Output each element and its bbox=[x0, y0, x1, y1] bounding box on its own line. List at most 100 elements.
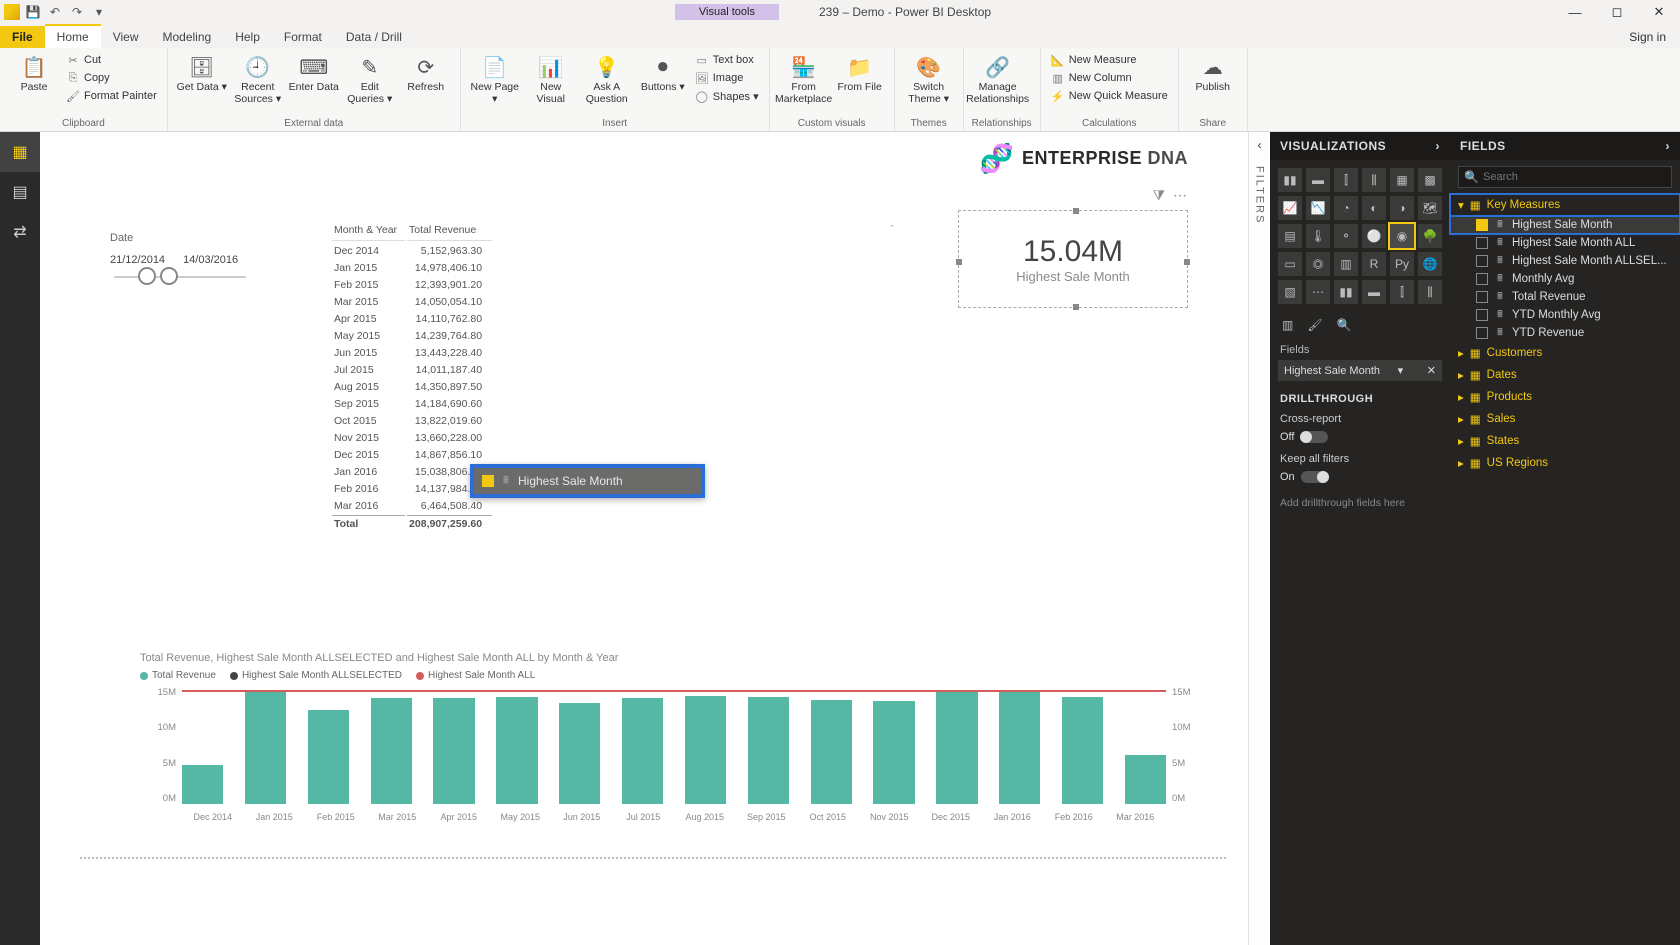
chart-bar[interactable] bbox=[371, 698, 412, 804]
table-col-month[interactable]: Month & Year bbox=[332, 222, 405, 241]
shapes-button[interactable]: ◯Shapes ▾ bbox=[693, 88, 761, 104]
from-file-button[interactable]: 📁From File bbox=[834, 52, 886, 94]
viz-type-icon[interactable]: ▦ bbox=[1390, 168, 1414, 192]
copy-button[interactable]: ⎘Copy bbox=[64, 70, 159, 86]
viz-type-icon[interactable]: 🌡 bbox=[1306, 224, 1330, 248]
chart-bar[interactable] bbox=[685, 696, 726, 804]
close-button[interactable]: ✕ bbox=[1638, 0, 1680, 24]
tab-datadrill[interactable]: Data / Drill bbox=[334, 26, 414, 48]
table-header[interactable]: ▸▦US Regions bbox=[1450, 452, 1680, 474]
redo-icon[interactable]: ↷ bbox=[68, 3, 86, 21]
chart-bar[interactable] bbox=[622, 698, 663, 804]
table-header[interactable]: ▸▦Products bbox=[1450, 386, 1680, 408]
field-well-item[interactable]: Highest Sale Month ▾ ✕ bbox=[1278, 360, 1442, 381]
tab-help[interactable]: Help bbox=[223, 26, 272, 48]
viz-type-icon[interactable]: ◔ bbox=[1334, 196, 1358, 220]
checkbox-icon[interactable] bbox=[1476, 237, 1488, 249]
table-row[interactable]: Sep 201514,184,690.60 bbox=[332, 396, 492, 411]
field-item[interactable]: 🖩YTD Revenue bbox=[1450, 324, 1680, 342]
cross-report-toggle[interactable]: Off bbox=[1270, 429, 1450, 449]
viz-type-icon[interactable]: ▥ bbox=[1334, 252, 1358, 276]
viz-type-icon[interactable]: 🗺 bbox=[1418, 196, 1442, 220]
fields-search-input[interactable] bbox=[1458, 166, 1672, 188]
viz-type-icon[interactable]: ⏣ bbox=[1306, 252, 1330, 276]
table-row[interactable]: Jan 201615,038,806.60 bbox=[332, 464, 492, 479]
viz-type-icon[interactable]: ⫼ bbox=[1418, 280, 1442, 304]
paste-button[interactable]: 📋Paste bbox=[8, 52, 60, 94]
viz-type-icon[interactable]: ▧ bbox=[1278, 280, 1302, 304]
table-row[interactable]: Mar 201514,050,054.10 bbox=[332, 294, 492, 309]
slicer-from[interactable]: 21/12/2014 bbox=[110, 254, 165, 266]
date-slicer[interactable]: Date 21/12/2014 14/03/2016 bbox=[110, 232, 250, 278]
chart-bar[interactable] bbox=[182, 765, 223, 804]
tab-modeling[interactable]: Modeling bbox=[150, 26, 223, 48]
chart-bar[interactable] bbox=[496, 697, 537, 804]
chart-bar[interactable] bbox=[433, 698, 474, 805]
switch-theme-button[interactable]: 🎨Switch Theme ▾ bbox=[903, 52, 955, 105]
table-row[interactable]: Aug 201514,350,897.50 bbox=[332, 379, 492, 394]
analytics-tab-icon[interactable]: 🔍 bbox=[1337, 318, 1352, 332]
viz-type-icon[interactable]: ◑ bbox=[1390, 196, 1414, 220]
format-painter-button[interactable]: 🖌Format Painter bbox=[64, 88, 159, 104]
new-measure-button[interactable]: 📐New Measure bbox=[1049, 52, 1170, 68]
table-header[interactable]: ▸▦Dates bbox=[1450, 364, 1680, 386]
viz-type-icon[interactable]: Py bbox=[1390, 252, 1414, 276]
sign-in-link[interactable]: Sign in bbox=[1615, 26, 1680, 48]
tab-home[interactable]: Home bbox=[45, 24, 101, 48]
viz-type-icon[interactable]: ▮▮ bbox=[1278, 168, 1302, 192]
viz-type-icon[interactable]: ⫿ bbox=[1334, 168, 1358, 192]
filters-collapsed-rail[interactable]: ‹ FILTERS bbox=[1248, 132, 1270, 945]
checkbox-icon[interactable] bbox=[1476, 327, 1488, 339]
viz-type-icon[interactable]: ⚪ bbox=[1362, 224, 1386, 248]
viz-type-icon[interactable]: R bbox=[1362, 252, 1386, 276]
field-item[interactable]: 🖩Monthly Avg bbox=[1450, 270, 1680, 288]
checkbox-icon[interactable] bbox=[1476, 255, 1488, 267]
new-quick-measure-button[interactable]: ⚡New Quick Measure bbox=[1049, 88, 1170, 104]
chart-bar[interactable] bbox=[308, 710, 349, 804]
report-view-button[interactable]: ▦ bbox=[0, 132, 40, 172]
viz-type-icon[interactable]: 🌐 bbox=[1418, 252, 1442, 276]
table-row[interactable]: Jun 201513,443,228.40 bbox=[332, 345, 492, 360]
expand-filters-icon[interactable]: ‹ bbox=[1258, 138, 1262, 152]
textbox-button[interactable]: ▭Text box bbox=[693, 52, 761, 68]
viz-type-icon[interactable]: ⋯ bbox=[1306, 280, 1330, 304]
refresh-button[interactable]: ⟳Refresh bbox=[400, 52, 452, 94]
save-icon[interactable]: 💾 bbox=[24, 3, 42, 21]
chart-bar[interactable] bbox=[873, 701, 914, 804]
table-header[interactable]: ▸▦Customers bbox=[1450, 342, 1680, 364]
table-row[interactable]: May 201514,239,764.80 bbox=[332, 328, 492, 343]
viz-type-icon[interactable]: 🌳 bbox=[1418, 224, 1442, 248]
combo-chart-visual[interactable]: Total Revenue, Highest Sale Month ALLSEL… bbox=[140, 652, 1208, 852]
collapse-pane-icon[interactable]: › bbox=[1666, 139, 1671, 153]
more-options-icon[interactable]: ⋯ bbox=[1173, 187, 1187, 204]
table-row[interactable]: Feb 201614,137,984.90 bbox=[332, 481, 492, 496]
publish-button[interactable]: ☁Publish bbox=[1187, 52, 1239, 94]
viz-type-icon[interactable]: ⫼ bbox=[1362, 168, 1386, 192]
image-button[interactable]: 🖼Image bbox=[693, 70, 761, 86]
viz-type-icon[interactable]: 📈 bbox=[1278, 196, 1302, 220]
viz-type-icon[interactable]: ▤ bbox=[1278, 224, 1302, 248]
report-canvas[interactable]: 🧬 ENTERPRISE DNA ⧩ ⋯ 15.04M Highest Sale… bbox=[40, 132, 1248, 945]
minimize-button[interactable]: — bbox=[1554, 0, 1596, 24]
collapse-pane-icon[interactable]: › bbox=[1436, 139, 1441, 153]
chart-bar[interactable] bbox=[1125, 755, 1166, 804]
tab-file[interactable]: File bbox=[0, 26, 45, 48]
table-row[interactable]: Nov 201513,660,228.00 bbox=[332, 430, 492, 445]
checkbox-icon[interactable] bbox=[1476, 291, 1488, 303]
viz-type-icon[interactable]: ⫿ bbox=[1390, 280, 1414, 304]
filter-icon[interactable]: ⧩ bbox=[1153, 187, 1166, 204]
field-item[interactable]: 🖩Highest Sale Month ALLSEL... bbox=[1450, 252, 1680, 270]
new-visual-button[interactable]: 📊New Visual bbox=[525, 52, 577, 105]
undo-icon[interactable]: ↶ bbox=[46, 3, 64, 21]
chart-bar[interactable] bbox=[245, 691, 286, 804]
table-header[interactable]: ▸▦Sales bbox=[1450, 408, 1680, 430]
table-row[interactable]: Apr 201514,110,762.80 bbox=[332, 311, 492, 326]
viz-type-icon[interactable]: ▮▮ bbox=[1334, 280, 1358, 304]
table-row[interactable]: Jul 201514,011,187.40 bbox=[332, 362, 492, 377]
table-scroll-up-icon[interactable]: ˆ bbox=[890, 224, 942, 236]
slicer-to[interactable]: 14/03/2016 bbox=[183, 254, 238, 266]
chart-bar[interactable] bbox=[936, 692, 977, 804]
new-page-button[interactable]: 📄New Page ▾ bbox=[469, 52, 521, 105]
qat-dropdown-icon[interactable]: ▾ bbox=[90, 3, 108, 21]
fields-tab-icon[interactable]: ▥ bbox=[1282, 318, 1293, 332]
